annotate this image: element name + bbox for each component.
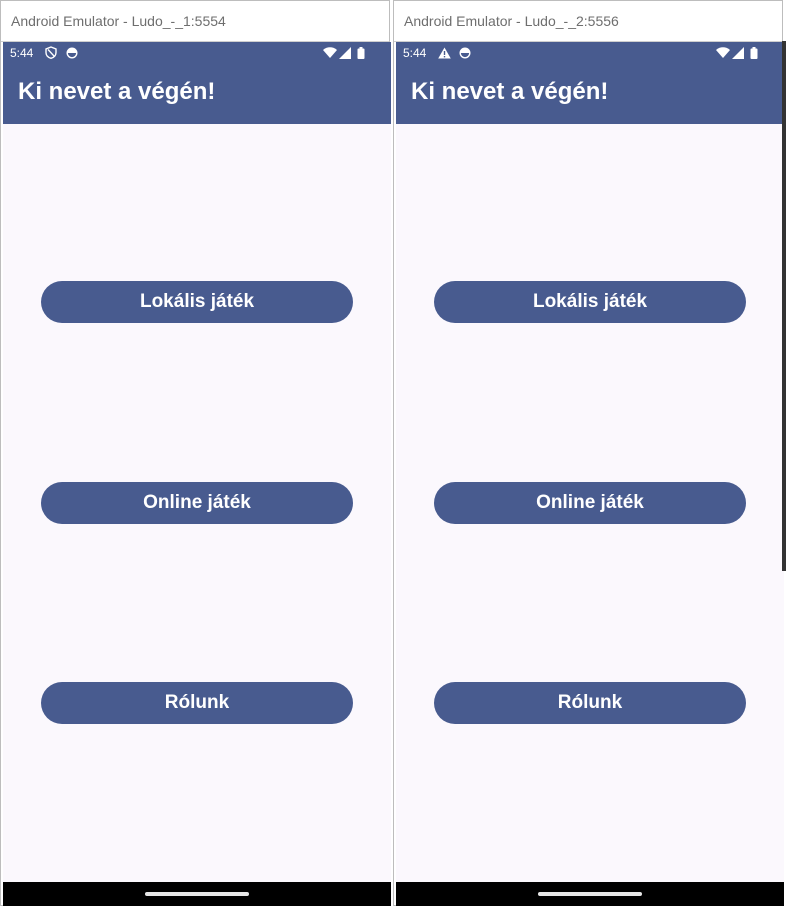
device-screen[interactable]: 5:44 Ki nevet a végén! Lokális játék Onl…: [3, 42, 391, 906]
wifi-icon: [716, 46, 730, 64]
window-title: Android Emulator - Ludo_-_2:5556: [404, 13, 619, 29]
emulator-window-2[interactable]: Android Emulator - Ludo_-_2:5556 5:44 Ki…: [393, 0, 784, 906]
status-bar: 5:44: [3, 42, 391, 64]
window-titlebar[interactable]: Android Emulator - Ludo_-_2:5556: [394, 1, 782, 42]
status-bar: 5:44: [396, 42, 784, 64]
window-title: Android Emulator - Ludo_-_1:5554: [11, 13, 226, 29]
warning-icon: [438, 46, 451, 64]
emulator-window-1[interactable]: Android Emulator - Ludo_-_1:5554 5:44 Ki…: [0, 0, 391, 906]
online-game-button[interactable]: Online játék: [41, 482, 353, 524]
home-gesture-handle[interactable]: [145, 892, 249, 896]
local-game-button[interactable]: Lokális játék: [434, 281, 746, 323]
signal-icon: [339, 46, 351, 64]
wifi-icon: [323, 46, 337, 64]
about-us-button[interactable]: Rólunk: [434, 682, 746, 724]
app-bar: Ki nevet a végén!: [396, 64, 784, 124]
navigation-bar: [3, 882, 391, 906]
online-game-button[interactable]: Online játék: [434, 482, 746, 524]
sync-circle-icon: [459, 46, 471, 64]
app-title: Ki nevet a végén!: [18, 78, 216, 105]
app-title: Ki nevet a végén!: [411, 78, 609, 105]
device-screen[interactable]: 5:44 Ki nevet a végén! Lokális játék Onl…: [396, 42, 784, 906]
window-edge-shadow: [782, 41, 786, 571]
home-gesture-handle[interactable]: [538, 892, 642, 896]
local-game-button[interactable]: Lokális játék: [41, 281, 353, 323]
battery-icon: [750, 46, 758, 64]
shield-icon: [45, 46, 57, 64]
about-us-button[interactable]: Rólunk: [41, 682, 353, 724]
status-time: 5:44: [10, 46, 34, 60]
status-time: 5:44: [403, 46, 427, 60]
navigation-bar: [396, 882, 784, 906]
signal-icon: [732, 46, 744, 64]
app-bar: Ki nevet a végén!: [3, 64, 391, 124]
sync-circle-icon: [66, 46, 78, 64]
window-titlebar[interactable]: Android Emulator - Ludo_-_1:5554: [1, 1, 389, 42]
battery-icon: [357, 46, 365, 64]
